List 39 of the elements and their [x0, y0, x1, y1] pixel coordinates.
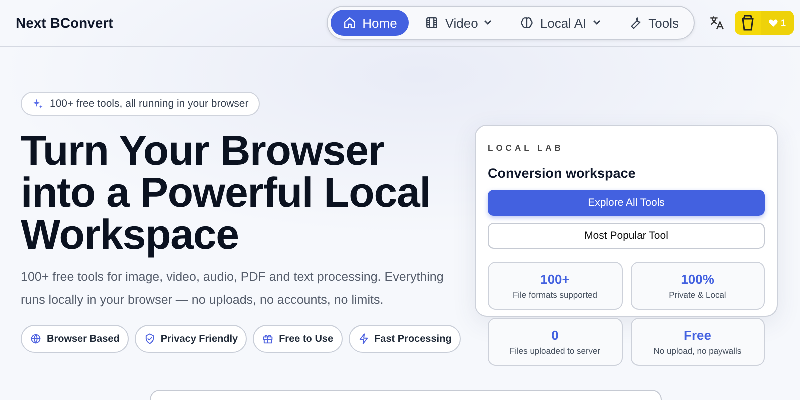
card-eyebrow: LOCAL LAB [488, 143, 564, 153]
caret-icon [592, 20, 601, 26]
feature-chip: Browser Based [21, 325, 129, 353]
nav-tab[interactable]: Video [413, 10, 504, 36]
globe-icon [30, 333, 42, 345]
hero-description: 100+ free tools for image, video, audio, PDF and text processing. Everything runs locally in your browser — no uploads, no accounts, no limits. [21, 269, 445, 309]
gift-icon [262, 333, 274, 345]
shield-icon [144, 333, 156, 345]
stat-value: Free [684, 328, 712, 343]
caret-icon [484, 20, 492, 26]
hero-title: Turn Your Browser into a Powerful Local Workspace [21, 130, 432, 256]
card-title: Conversion workspace [488, 166, 637, 181]
home-icon [342, 16, 357, 30]
brain-icon [520, 16, 534, 30]
cup-icon [740, 15, 755, 31]
heart-icon [768, 19, 778, 27]
support-count: 1 [780, 18, 786, 28]
nav-tab[interactable]: Tools [616, 10, 691, 36]
stat-label: No upload, no paywalls [654, 346, 742, 356]
feature-chip: Fast Processing [348, 325, 461, 353]
tools-badge: 100+ free tools, all running in your browser [21, 92, 260, 116]
stat-label: Private & Local [669, 290, 726, 300]
feature-chip: Privacy Friendly [134, 325, 248, 353]
nav-tab[interactable]: Home [330, 10, 410, 36]
stat-label: File formats supported [512, 290, 598, 300]
translate-icon[interactable] [708, 15, 725, 31]
popular-tool-button[interactable]: Most Popular Tool [488, 223, 765, 249]
stat-label: Files uploaded to server [510, 346, 601, 356]
sparkle-icon [32, 98, 44, 110]
film-icon [425, 16, 440, 30]
wrench-icon [628, 16, 643, 30]
feature-chip: Free to Use [253, 325, 343, 353]
explore-button[interactable]: Explore All Tools [488, 190, 765, 216]
brand-name: Next BConvert [16, 15, 114, 31]
lightning-icon [358, 333, 370, 345]
nav-tab[interactable]: Local AI [508, 10, 613, 36]
stat-value: 100% [681, 272, 714, 287]
stat-value: 0 [552, 328, 559, 343]
stat-value: 100+ [540, 272, 570, 287]
